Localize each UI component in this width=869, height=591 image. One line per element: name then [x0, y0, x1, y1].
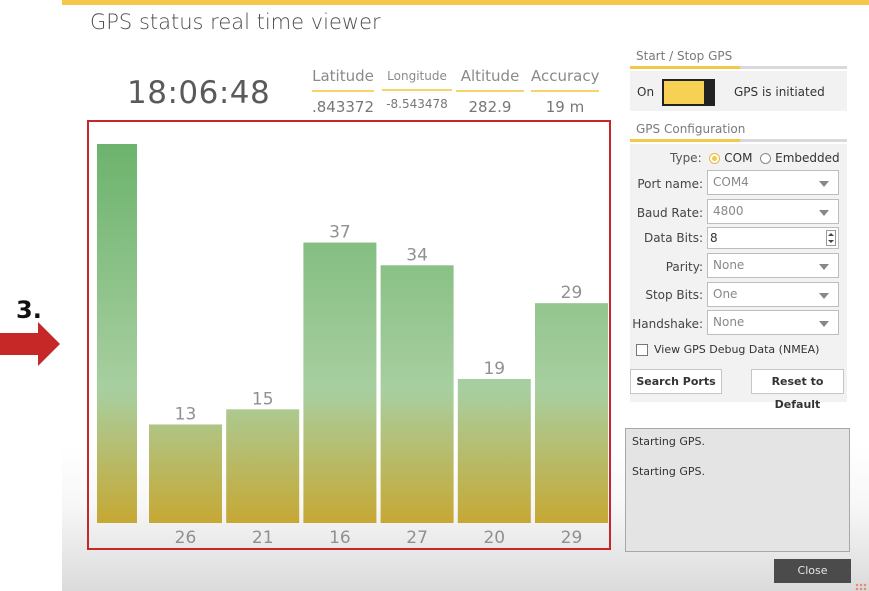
bar-bottom-label-3: 16	[329, 528, 351, 548]
log-line: Starting GPS.	[632, 435, 706, 448]
altitude-label: Altitude	[460, 67, 520, 85]
gps-state-text: GPS is initiated	[734, 85, 825, 99]
bar-bottom-label-5: 20	[483, 528, 505, 548]
longitude-label: Longitude	[387, 69, 447, 83]
handshake-select[interactable]: None	[707, 310, 839, 335]
handshake-label: Handshake:	[632, 317, 703, 331]
altitude-value: 282.9	[468, 98, 512, 116]
chevron-down-icon	[819, 181, 829, 187]
gps-toggle-switch[interactable]	[662, 79, 715, 106]
latitude-value: 42.843372	[312, 98, 374, 116]
latitude-label: Latitude	[312, 67, 374, 85]
altitude-underline	[456, 90, 524, 92]
arrow-shape	[0, 322, 60, 366]
parity-label: Parity:	[665, 260, 703, 274]
type-label: Type:	[670, 151, 702, 165]
altitude-column: Altitude 282.9	[456, 67, 524, 116]
bar-top-label-3: 37	[329, 223, 351, 243]
annotation-step-number: 3.	[16, 296, 42, 324]
debug-checkbox[interactable]	[636, 344, 648, 356]
start-stop-underline	[630, 66, 847, 69]
bar-bottom-label-4: 27	[406, 528, 428, 548]
port-select[interactable]: COM4	[707, 170, 839, 195]
config-title: GPS Configuration	[636, 122, 746, 136]
close-button[interactable]: Close	[774, 559, 851, 583]
type-embedded-radio[interactable]	[760, 153, 772, 164]
type-embedded-label: Embedded	[775, 151, 840, 165]
start-stop-title: Start / Stop GPS	[636, 49, 733, 63]
satellite-signal-chart: 13 26 15 21 37 16 34 27 19 20 29 29	[87, 120, 611, 550]
bar-top-label-4: 34	[406, 245, 428, 265]
baud-label: Baud Rate:	[636, 206, 703, 220]
log-line: Starting GPS.	[632, 465, 706, 478]
accuracy-column: Accuracy 19 m	[531, 67, 599, 116]
stopbits-value: One	[713, 287, 738, 301]
signal-bar-6	[535, 303, 608, 523]
bar-top-label-2: 15	[252, 389, 274, 409]
type-com-label: COM	[724, 151, 753, 165]
port-label: Port name:	[637, 177, 703, 191]
type-com-radio[interactable]	[709, 153, 721, 164]
signal-bar-2	[226, 409, 300, 523]
accuracy-label: Accuracy	[531, 67, 600, 85]
signal-bar-chart: 13 26 15 21 37 16 34 27 19 20 29 29	[97, 144, 608, 548]
longitude-value: -8.543478	[386, 97, 448, 111]
bar-bottom-label-6: 29	[561, 528, 583, 548]
chevron-down-icon	[819, 264, 829, 270]
search-ports-button[interactable]: Search Ports	[630, 369, 722, 394]
toggle-knob	[704, 81, 713, 104]
window-title: GPS status real time viewer	[90, 10, 381, 34]
signal-bar-3	[303, 242, 377, 523]
signal-bar-4	[380, 265, 454, 523]
reset-default-button[interactable]: Reset to Default	[751, 369, 844, 411]
signal-bar-1	[149, 424, 222, 523]
type-row: Type: COM Embedded	[670, 151, 840, 165]
databits-value: 8	[710, 231, 718, 245]
config-underline	[630, 139, 847, 142]
parity-select[interactable]: None	[707, 253, 839, 278]
chevron-down-icon	[819, 210, 829, 216]
gps-log-panel: Starting GPS. Starting GPS.	[625, 428, 850, 552]
parity-value: None	[713, 258, 745, 272]
debug-checkbox-label[interactable]: View GPS Debug Data (NMEA)	[654, 343, 819, 356]
bar-bottom-label-2: 21	[252, 528, 274, 548]
signal-bar-5	[457, 378, 531, 523]
port-value: COM4	[713, 175, 749, 189]
bar-top-label-6: 29	[561, 283, 583, 303]
bars-layer: 13 26 15 21 37 16 34 27 19 20 29 29	[97, 144, 608, 548]
handshake-value: None	[713, 315, 745, 329]
bar-top-label-1: 13	[175, 404, 197, 424]
baud-select[interactable]: 4800	[707, 199, 839, 224]
bar-bottom-label-1: 26	[175, 528, 197, 548]
baud-value: 4800	[713, 204, 744, 218]
accuracy-value: 19 m	[545, 98, 585, 116]
chevron-down-icon	[819, 293, 829, 299]
longitude-column: Longitude -8.543478	[382, 67, 452, 111]
longitude-underline	[382, 89, 452, 91]
resize-grip-icon[interactable]	[855, 583, 867, 591]
annotation-arrow-icon	[0, 322, 60, 366]
current-time: 18:06:48	[127, 75, 271, 111]
gps-viewer-window: GPS status real time viewer 18:06:48 Lat…	[62, 0, 869, 591]
databits-stepper[interactable]: 8	[707, 227, 839, 249]
latitude-underline	[312, 90, 374, 92]
spinner-arrows-icon[interactable]	[826, 230, 836, 246]
stopbits-label: Stop Bits:	[645, 288, 703, 302]
databits-label: Data Bits:	[643, 231, 703, 245]
accuracy-underline	[531, 90, 599, 92]
stopbits-select[interactable]: One	[707, 282, 839, 307]
latitude-column: Latitude 42.843372	[312, 67, 374, 116]
bar-top-label-5: 19	[483, 359, 505, 379]
chevron-down-icon	[819, 321, 829, 327]
signal-bar-0	[97, 144, 137, 523]
toggle-label: On	[637, 85, 655, 99]
